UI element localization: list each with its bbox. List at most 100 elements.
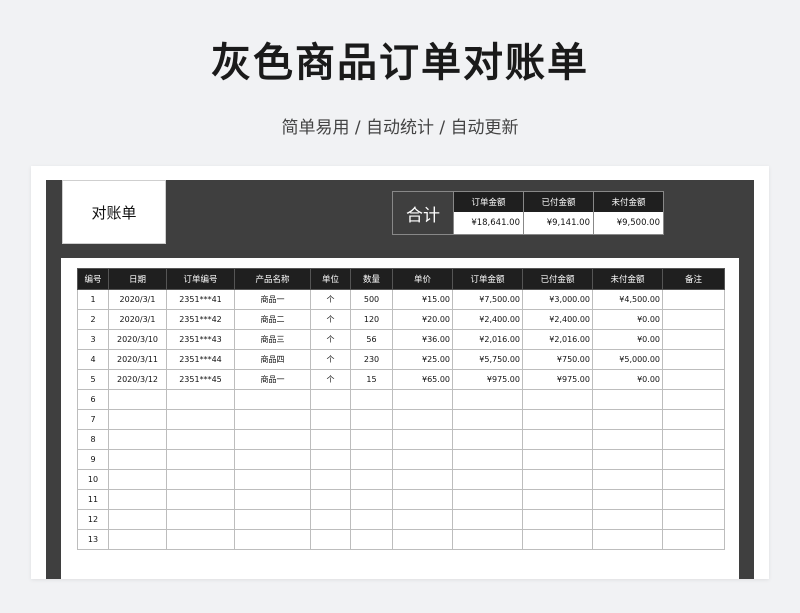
cell-product[interactable]: 商品四 — [234, 349, 311, 370]
cell-date[interactable] — [108, 429, 167, 450]
cell-unit[interactable]: 个 — [310, 289, 351, 310]
cell-date[interactable] — [108, 489, 167, 510]
cell-unit[interactable] — [310, 509, 351, 530]
cell-unit[interactable] — [310, 429, 351, 450]
cell-date[interactable]: 2020/3/12 — [108, 369, 167, 390]
cell-order-no[interactable]: 2351***44 — [166, 349, 235, 370]
cell-paid-amount[interactable] — [522, 469, 593, 490]
cell-qty[interactable]: 15 — [350, 369, 393, 390]
cell-product[interactable]: 商品三 — [234, 329, 311, 350]
cell-qty[interactable]: 120 — [350, 309, 393, 330]
cell-id[interactable]: 10 — [77, 469, 109, 490]
cell-id[interactable]: 11 — [77, 489, 109, 510]
cell-price[interactable]: ¥25.00 — [392, 349, 453, 370]
cell-price[interactable] — [392, 449, 453, 470]
cell-product[interactable] — [234, 469, 311, 490]
cell-order-amount[interactable]: ¥7,500.00 — [452, 289, 523, 310]
cell-price[interactable] — [392, 409, 453, 430]
cell-order-amount[interactable]: ¥2,016.00 — [452, 329, 523, 350]
cell-unpaid-amount[interactable]: ¥4,500.00 — [592, 289, 663, 310]
cell-price[interactable] — [392, 389, 453, 410]
cell-paid-amount[interactable] — [522, 529, 593, 550]
cell-unpaid-amount[interactable] — [592, 389, 663, 410]
cell-id[interactable]: 4 — [77, 349, 109, 370]
cell-order-amount[interactable] — [452, 509, 523, 530]
cell-qty[interactable] — [350, 429, 393, 450]
cell-order-amount[interactable] — [452, 489, 523, 510]
cell-unpaid-amount[interactable]: ¥5,000.00 — [592, 349, 663, 370]
cell-paid-amount[interactable]: ¥2,400.00 — [522, 309, 593, 330]
cell-remark[interactable] — [662, 329, 725, 350]
cell-unpaid-amount[interactable] — [592, 529, 663, 550]
cell-paid-amount[interactable] — [522, 389, 593, 410]
cell-qty[interactable] — [350, 389, 393, 410]
cell-order-no[interactable]: 2351***42 — [166, 309, 235, 330]
cell-unpaid-amount[interactable]: ¥0.00 — [592, 309, 663, 330]
cell-price[interactable]: ¥65.00 — [392, 369, 453, 390]
cell-qty[interactable] — [350, 409, 393, 430]
cell-date[interactable] — [108, 529, 167, 550]
cell-price[interactable] — [392, 469, 453, 490]
cell-unit[interactable] — [310, 489, 351, 510]
cell-product[interactable] — [234, 509, 311, 530]
cell-paid-amount[interactable]: ¥2,016.00 — [522, 329, 593, 350]
cell-qty[interactable] — [350, 489, 393, 510]
cell-unit[interactable]: 个 — [310, 309, 351, 330]
cell-remark[interactable] — [662, 369, 725, 390]
cell-remark[interactable] — [662, 409, 725, 430]
cell-date[interactable]: 2020/3/11 — [108, 349, 167, 370]
cell-id[interactable]: 2 — [77, 309, 109, 330]
cell-unit[interactable] — [310, 469, 351, 490]
cell-id[interactable]: 1 — [77, 289, 109, 310]
cell-qty[interactable]: 500 — [350, 289, 393, 310]
cell-order-no[interactable] — [166, 389, 235, 410]
cell-paid-amount[interactable]: ¥3,000.00 — [522, 289, 593, 310]
cell-date[interactable] — [108, 449, 167, 470]
cell-remark[interactable] — [662, 529, 725, 550]
cell-remark[interactable] — [662, 349, 725, 370]
cell-product[interactable] — [234, 429, 311, 450]
cell-order-no[interactable] — [166, 489, 235, 510]
cell-order-no[interactable]: 2351***41 — [166, 289, 235, 310]
cell-id[interactable]: 8 — [77, 429, 109, 450]
cell-order-no[interactable] — [166, 409, 235, 430]
cell-order-no[interactable] — [166, 449, 235, 470]
cell-price[interactable] — [392, 489, 453, 510]
cell-date[interactable] — [108, 389, 167, 410]
cell-order-amount[interactable]: ¥975.00 — [452, 369, 523, 390]
cell-paid-amount[interactable] — [522, 429, 593, 450]
cell-unit[interactable] — [310, 449, 351, 470]
cell-unpaid-amount[interactable]: ¥0.00 — [592, 329, 663, 350]
summary-value[interactable]: ¥9,500.00 — [594, 212, 663, 234]
cell-id[interactable]: 7 — [77, 409, 109, 430]
cell-price[interactable]: ¥20.00 — [392, 309, 453, 330]
cell-order-no[interactable] — [166, 429, 235, 450]
cell-order-amount[interactable] — [452, 529, 523, 550]
cell-unpaid-amount[interactable] — [592, 469, 663, 490]
cell-remark[interactable] — [662, 449, 725, 470]
cell-price[interactable]: ¥15.00 — [392, 289, 453, 310]
cell-order-amount[interactable] — [452, 389, 523, 410]
cell-id[interactable]: 13 — [77, 529, 109, 550]
cell-id[interactable]: 6 — [77, 389, 109, 410]
cell-product[interactable] — [234, 389, 311, 410]
cell-unpaid-amount[interactable] — [592, 509, 663, 530]
cell-product[interactable]: 商品二 — [234, 309, 311, 330]
cell-order-amount[interactable] — [452, 449, 523, 470]
cell-remark[interactable] — [662, 389, 725, 410]
cell-date[interactable] — [108, 409, 167, 430]
cell-date[interactable]: 2020/3/10 — [108, 329, 167, 350]
cell-unit[interactable]: 个 — [310, 369, 351, 390]
cell-paid-amount[interactable] — [522, 509, 593, 530]
cell-unit[interactable] — [310, 529, 351, 550]
cell-unit[interactable] — [310, 409, 351, 430]
cell-order-amount[interactable]: ¥5,750.00 — [452, 349, 523, 370]
cell-date[interactable] — [108, 509, 167, 530]
cell-paid-amount[interactable] — [522, 409, 593, 430]
cell-order-no[interactable] — [166, 469, 235, 490]
cell-paid-amount[interactable] — [522, 489, 593, 510]
cell-order-no[interactable]: 2351***45 — [166, 369, 235, 390]
cell-id[interactable]: 3 — [77, 329, 109, 350]
cell-paid-amount[interactable]: ¥975.00 — [522, 369, 593, 390]
cell-unpaid-amount[interactable] — [592, 449, 663, 470]
